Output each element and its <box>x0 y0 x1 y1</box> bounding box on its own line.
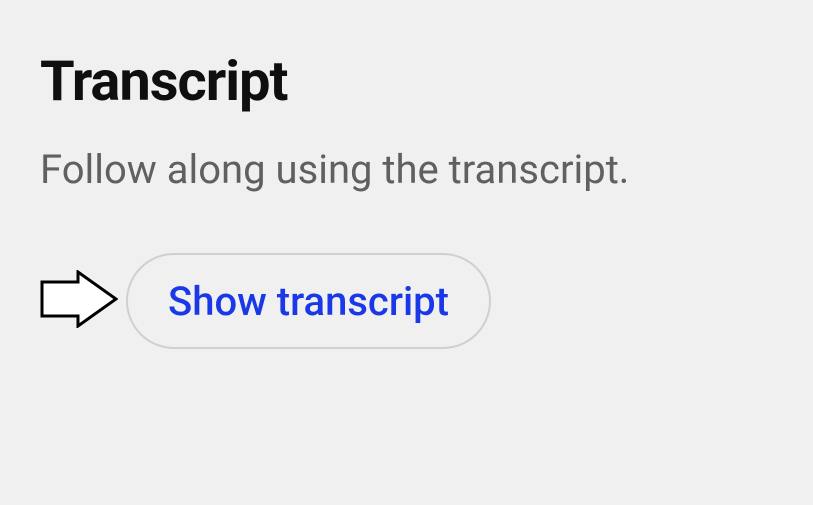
show-transcript-button[interactable]: Show transcript <box>126 253 491 349</box>
arrow-right-icon <box>40 270 118 332</box>
transcript-section-title: Transcript <box>40 48 773 114</box>
transcript-description: Follow along using the transcript. <box>40 146 773 193</box>
transcript-button-row: Show transcript <box>40 253 773 349</box>
